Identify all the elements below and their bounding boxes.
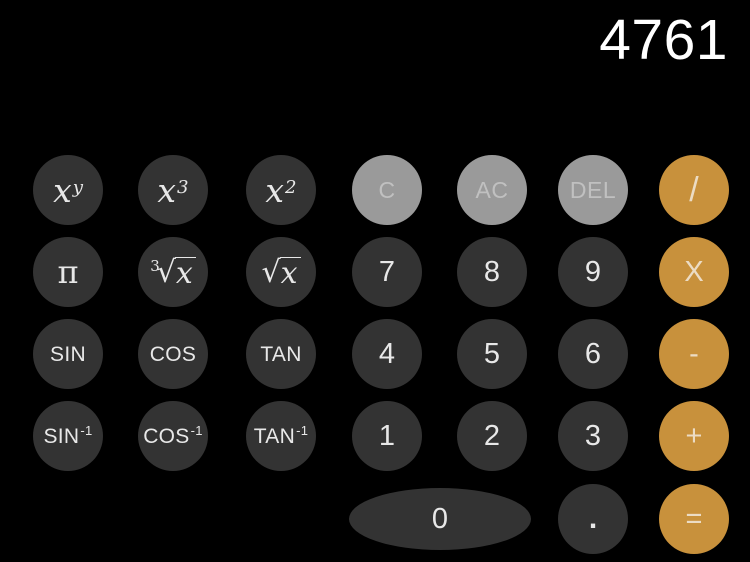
key-multiply-label: X: [684, 255, 704, 288]
key-7[interactable]: 7: [352, 237, 422, 307]
key-5-label: 5: [483, 337, 501, 370]
key-x-cubed[interactable]: x3: [138, 155, 208, 225]
key-1-label: 1: [378, 419, 396, 452]
key-6-label: 6: [584, 337, 602, 370]
key-cos-label: COS: [149, 342, 197, 366]
key-5[interactable]: 5: [457, 319, 527, 389]
key-2-label: 2: [483, 419, 501, 452]
key-all-clear-label: AC: [475, 176, 509, 203]
key-arccos-label: COS -1: [143, 423, 203, 448]
key-cos[interactable]: COS: [138, 319, 208, 389]
key-arcsin[interactable]: SIN -1: [33, 401, 103, 471]
key-divide[interactable]: /: [659, 155, 729, 225]
key-2[interactable]: 2: [457, 401, 527, 471]
key-delete[interactable]: DEL: [558, 155, 628, 225]
key-4-label: 4: [378, 337, 396, 370]
key-tan[interactable]: TAN: [246, 319, 316, 389]
key-x-squared-label: x2: [265, 170, 297, 210]
key-4[interactable]: 4: [352, 319, 422, 389]
calculator-app: 4761 xy x3 x2 C AC DEL / π 3 √ x √ x 7 8…: [0, 0, 750, 562]
key-decimal-point[interactable]: .: [558, 484, 628, 554]
key-square-root-label: √ x: [261, 256, 301, 289]
key-pi[interactable]: π: [33, 237, 103, 307]
key-x-cubed-label: x3: [157, 170, 189, 210]
key-3-label: 3: [584, 419, 602, 452]
key-7-label: 7: [378, 255, 396, 288]
key-8[interactable]: 8: [457, 237, 527, 307]
key-0-label: 0: [431, 502, 449, 535]
key-6[interactable]: 6: [558, 319, 628, 389]
key-all-clear[interactable]: AC: [457, 155, 527, 225]
key-multiply[interactable]: X: [659, 237, 729, 307]
key-arcsin-label: SIN -1: [43, 423, 93, 448]
key-minus-label: -: [689, 337, 699, 370]
key-x-pow-y-label: xy: [53, 170, 83, 210]
key-tan-label: TAN: [260, 342, 302, 366]
key-x-squared[interactable]: x2: [246, 155, 316, 225]
key-cube-root-label: 3 √ x: [150, 256, 196, 289]
keypad: xy x3 x2 C AC DEL / π 3 √ x √ x 7 8 9 X …: [0, 0, 750, 562]
key-square-root[interactable]: √ x: [246, 237, 316, 307]
key-divide-label: /: [689, 171, 699, 209]
key-3[interactable]: 3: [558, 401, 628, 471]
key-equals-label: =: [685, 502, 703, 535]
key-arccos[interactable]: COS -1: [138, 401, 208, 471]
key-equals[interactable]: =: [659, 484, 729, 554]
key-9[interactable]: 9: [558, 237, 628, 307]
key-x-pow-y[interactable]: xy: [33, 155, 103, 225]
key-8-label: 8: [483, 255, 501, 288]
key-sin[interactable]: SIN: [33, 319, 103, 389]
key-plus-label: +: [685, 419, 703, 452]
key-clear-label: C: [378, 176, 396, 203]
key-arctan[interactable]: TAN -1: [246, 401, 316, 471]
key-pi-label: π: [57, 253, 79, 291]
key-delete-label: DEL: [569, 176, 617, 203]
key-1[interactable]: 1: [352, 401, 422, 471]
key-9-label: 9: [584, 255, 602, 288]
key-0[interactable]: 0: [349, 488, 531, 550]
key-cube-root[interactable]: 3 √ x: [138, 237, 208, 307]
key-clear[interactable]: C: [352, 155, 422, 225]
key-decimal-point-label: .: [588, 502, 598, 535]
key-plus[interactable]: +: [659, 401, 729, 471]
key-minus[interactable]: -: [659, 319, 729, 389]
key-arctan-label: TAN -1: [253, 423, 309, 448]
key-sin-label: SIN: [50, 342, 86, 366]
